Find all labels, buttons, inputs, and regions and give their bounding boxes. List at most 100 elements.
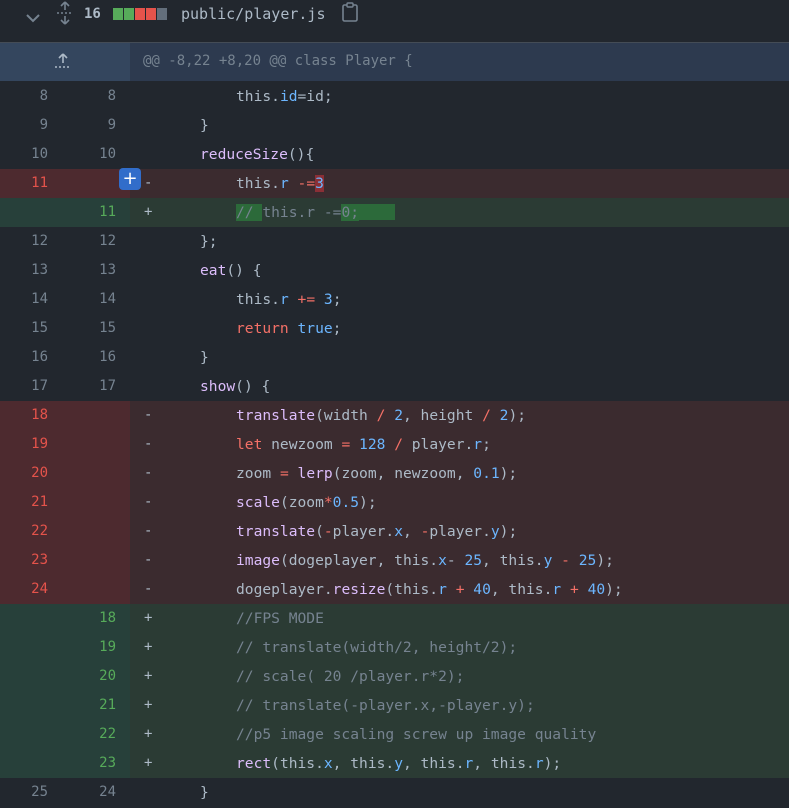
- copy-icon[interactable]: [341, 2, 359, 22]
- old-line-number[interactable]: 11: [8, 175, 48, 191]
- old-line-number[interactable]: 20: [8, 465, 48, 481]
- code-token: 3: [323, 291, 333, 308]
- new-line-number[interactable]: 15: [76, 320, 116, 336]
- old-line-number[interactable]: 21: [8, 494, 48, 510]
- code-token: -: [446, 552, 465, 569]
- code-token: 0;: [341, 204, 360, 221]
- expand-all-icon[interactable]: [55, 1, 75, 25]
- line-gutter: 23: [0, 546, 130, 575]
- code-token: r: [279, 175, 289, 192]
- line-code: show() {: [130, 372, 789, 401]
- deleted-line: 20 - zoom = lerp(zoom, newzoom, 0.1);: [0, 459, 789, 488]
- context-line: 15 15 return true;: [0, 314, 789, 343]
- diff-sign: +: [144, 610, 153, 626]
- line-code: + //p5 image scaling screw up image quali…: [130, 720, 789, 749]
- new-line-number[interactable]: 17: [76, 378, 116, 394]
- old-line-number[interactable]: 19: [8, 436, 48, 452]
- deleted-line: 18 - translate(width / 2, height / 2);: [0, 401, 789, 430]
- code-text: image(dogeplayer, this.x- 25, this.y - 2…: [236, 552, 614, 569]
- code-token: x: [438, 552, 447, 569]
- code-token: x: [323, 755, 333, 772]
- line-code: }: [130, 111, 789, 140]
- code-token: -: [561, 552, 570, 569]
- code-token: true: [297, 320, 333, 337]
- code-token: =: [341, 436, 351, 453]
- context-line: 9 9}: [0, 111, 789, 140]
- new-line-number[interactable]: 11: [76, 204, 116, 220]
- diff-lines: 8 8 this.id=id; 9 9} 10 10 reduceSize(){11- this…: [0, 82, 789, 807]
- line-code: eat() {: [130, 256, 789, 285]
- old-line-number[interactable]: 14: [8, 291, 48, 307]
- new-line-number[interactable]: 18: [76, 610, 116, 626]
- old-line-number[interactable]: 22: [8, 523, 48, 539]
- new-line-number[interactable]: 21: [76, 697, 116, 713]
- new-line-number[interactable]: 8: [76, 88, 116, 104]
- new-line-number[interactable]: 14: [76, 291, 116, 307]
- code-text: let newzoom = 128 / player.r;: [236, 436, 491, 453]
- code-text: translate(width / 2, height / 2);: [236, 407, 526, 424]
- code-text: // translate(width/2, height/2);: [236, 639, 517, 656]
- diffstat-block: [124, 8, 134, 20]
- line-code: };: [130, 227, 789, 256]
- code-token: dogeplayer.: [236, 581, 333, 598]
- code-text: // translate(-player.x,-player.y);: [236, 697, 535, 714]
- line-code: - translate(width / 2, height / 2);: [130, 401, 789, 430]
- new-line-number[interactable]: 22: [76, 726, 116, 742]
- code-token: }: [200, 117, 209, 134]
- new-line-number[interactable]: 10: [76, 146, 116, 162]
- code-token: resize: [332, 581, 386, 598]
- old-line-number[interactable]: 10: [8, 146, 48, 162]
- old-line-number[interactable]: 25: [8, 784, 48, 800]
- new-line-number[interactable]: 24: [76, 784, 116, 800]
- code-token: // translate(width/2, height/2);: [236, 639, 518, 656]
- expand-up-icon[interactable]: [53, 51, 73, 71]
- code-token: (){: [287, 146, 315, 163]
- code-token: (: [315, 523, 324, 540]
- code-text: this.id=id;: [236, 88, 333, 105]
- line-code: return true;: [130, 314, 789, 343]
- code-token: ,: [402, 523, 421, 540]
- new-line-number[interactable]: 13: [76, 262, 116, 278]
- line-gutter: 99: [0, 111, 130, 140]
- old-line-number[interactable]: 23: [8, 552, 48, 568]
- new-line-number[interactable]: 19: [76, 639, 116, 655]
- add-comment-button[interactable]: +: [119, 168, 141, 190]
- diff-sign: -: [144, 523, 153, 539]
- new-line-number[interactable]: 12: [76, 233, 116, 249]
- deleted-line: 22- translate(-player.x, -player.y);: [0, 517, 789, 546]
- code-token: 40: [587, 581, 606, 598]
- code-token: y: [490, 523, 500, 540]
- hunk-header-text: @@ -8,22 +8,20 @@ class Player {: [143, 53, 413, 69]
- old-line-number[interactable]: 18: [8, 407, 48, 423]
- line-code: + // translate(width/2, height/2);: [130, 633, 789, 662]
- old-line-number[interactable]: 24: [8, 581, 48, 597]
- old-line-number[interactable]: 8: [8, 88, 48, 104]
- new-line-number[interactable]: 20: [76, 668, 116, 684]
- file-path[interactable]: public/player.js: [181, 5, 326, 23]
- line-code: + // scale( 20 /player.r*2);: [130, 662, 789, 691]
- code-token: () {: [226, 262, 262, 279]
- old-line-number[interactable]: 16: [8, 349, 48, 365]
- new-line-number[interactable]: 23: [76, 755, 116, 771]
- code-token: =id;: [297, 88, 333, 105]
- old-line-number[interactable]: 17: [8, 378, 48, 394]
- code-token: r: [552, 581, 562, 598]
- line-code: - scale(zoom*0.5);: [130, 488, 789, 517]
- old-line-number[interactable]: 9: [8, 117, 48, 133]
- chevron-down-icon[interactable]: [24, 9, 42, 27]
- code-token: );: [359, 494, 377, 511]
- code-text: eat() {: [200, 262, 262, 279]
- old-line-number[interactable]: 12: [8, 233, 48, 249]
- diffstat-block: [146, 8, 156, 20]
- new-line-number[interactable]: 16: [76, 349, 116, 365]
- code-token: }: [200, 349, 209, 366]
- line-gutter: 23: [0, 749, 130, 778]
- code-token: let: [236, 436, 263, 453]
- new-line-number[interactable]: 9: [76, 117, 116, 133]
- context-line: 10 10 reduceSize(){: [0, 140, 789, 169]
- old-line-number[interactable]: 15: [8, 320, 48, 336]
- old-line-number[interactable]: 13: [8, 262, 48, 278]
